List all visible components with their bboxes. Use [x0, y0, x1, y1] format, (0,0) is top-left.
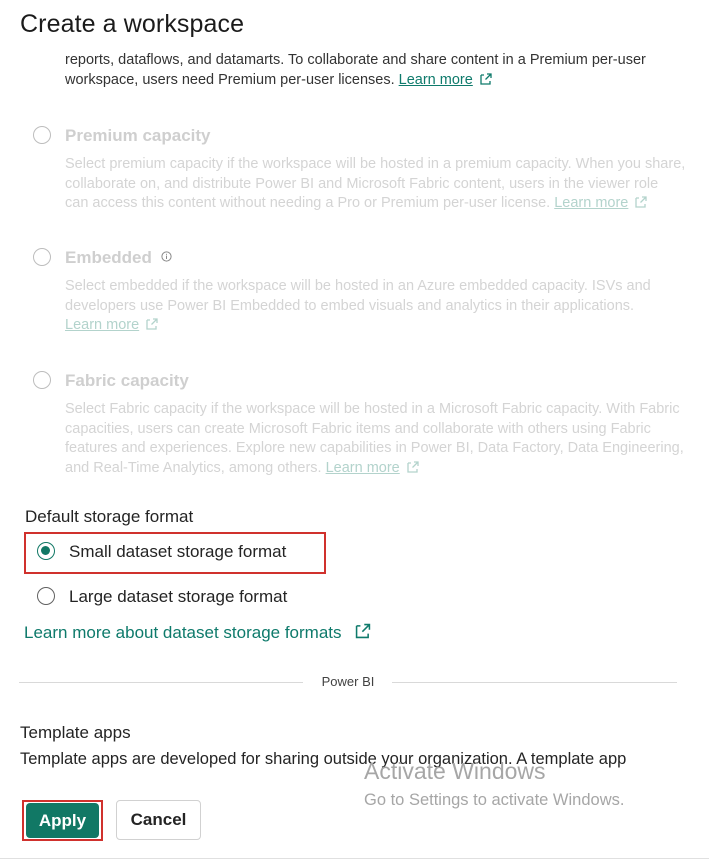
premium-capacity-radio: [33, 126, 51, 144]
desc-line: Learn more: [65, 316, 705, 336]
desc-line: Select Fabric capacity if the workspace …: [65, 401, 680, 417]
fabric-capacity-radio: [33, 371, 51, 389]
divider-line-right: [392, 682, 677, 683]
apply-button[interactable]: Apply: [26, 803, 99, 838]
small-storage-label[interactable]: Small dataset storage format: [69, 542, 286, 562]
divider-line-left: [19, 682, 303, 683]
large-storage-radio[interactable]: [37, 587, 55, 605]
external-link-icon: [354, 622, 372, 640]
dialog-title: Create a workspace: [20, 10, 245, 38]
divider-label: Power BI: [321, 674, 375, 689]
embedded-radio: [33, 248, 51, 266]
small-storage-radio[interactable]: [37, 542, 55, 560]
desc-line: capacities, users can create Microsoft F…: [65, 420, 651, 437]
fabric-capacity-description: Select Fabric capacity if the workspace …: [65, 400, 705, 478]
storage-format-heading: Default storage format: [25, 507, 194, 526]
premium-capacity-description: Select premium capacity if the workspace…: [65, 155, 705, 214]
desc-line: workspace, users need Premium per-user l…: [65, 71, 705, 91]
desc-line: reports, dataflows, and datamarts. To co…: [65, 52, 646, 68]
dialog-content: reports, dataflows, and datamarts. To co…: [0, 0, 709, 866]
cancel-button[interactable]: Cancel: [116, 800, 201, 840]
learn-more-link: Learn more: [325, 459, 400, 476]
large-storage-label[interactable]: Large dataset storage format: [69, 587, 287, 607]
external-link-icon: [406, 460, 420, 474]
desc-line: features and experiences. Explore new ca…: [65, 440, 684, 456]
info-icon: [161, 251, 172, 262]
external-link-icon: [479, 72, 493, 86]
learn-more-link: Learn more: [65, 317, 140, 333]
fabric-capacity-label: Fabric capacity: [65, 371, 189, 390]
embedded-description: Select embedded if the workspace will be…: [65, 277, 705, 336]
desc-line: Select premium capacity if the workspace…: [65, 156, 686, 172]
desc-line: developers use Power BI Embedded to embe…: [65, 297, 635, 314]
external-link-icon: [145, 317, 159, 331]
learn-more-storage-text[interactable]: Learn more about dataset storage formats: [24, 623, 342, 642]
learn-more-link: Learn more: [554, 195, 629, 211]
external-link-icon: [634, 195, 648, 209]
learn-more-storage-link[interactable]: Learn more about dataset storage formats: [24, 622, 372, 643]
activate-windows-subtitle: Go to Settings to activate Windows.: [364, 791, 625, 809]
footer-divider: [0, 858, 709, 859]
desc-line: and Real-Time Analytics, among others. L…: [65, 459, 705, 479]
learn-more-link[interactable]: Learn more: [399, 72, 473, 88]
desc-line: Select embedded if the workspace will be…: [65, 278, 651, 294]
embedded-label: Embedded: [65, 248, 152, 267]
premium-capacity-label: Premium capacity: [65, 126, 211, 145]
activate-windows-title: Activate Windows: [364, 758, 546, 784]
template-apps-heading: Template apps: [20, 723, 131, 742]
desc-line: can access this content without needing …: [65, 194, 705, 214]
premium-per-user-description: reports, dataflows, and datamarts. To co…: [65, 51, 705, 90]
desc-line: collaborate on, and distribute Power BI …: [65, 175, 659, 192]
